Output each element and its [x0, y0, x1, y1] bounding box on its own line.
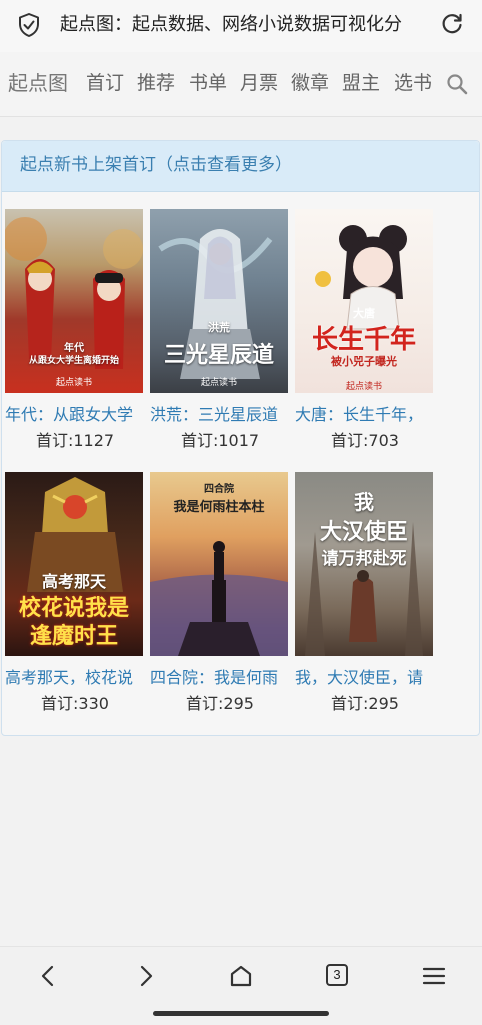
home-icon[interactable]	[228, 963, 254, 989]
first-subscription-count: 首订:703	[331, 431, 399, 450]
book-title[interactable]: 高考那天，校花说	[5, 668, 147, 688]
browser-address-bar[interactable]: 起点图：起点数据、网络小说数据可视化分	[0, 0, 482, 52]
book-cover[interactable]: 洪荒 三光星辰道 起点读书	[150, 209, 288, 393]
nav-home-logo[interactable]: 起点图	[8, 71, 68, 95]
first-subscription-count: 首订:295	[186, 694, 254, 713]
nav-item-mengzhu[interactable]: 盟主	[342, 71, 380, 95]
nav-item-xuanshu[interactable]: 选书	[394, 71, 432, 95]
book-title[interactable]: 四合院：我是何雨	[150, 668, 292, 688]
first-subscription-count: 首订:1127	[35, 431, 115, 450]
first-subscription-count: 首订:1017	[180, 431, 260, 450]
nav-item-shudan[interactable]: 书单	[189, 71, 227, 95]
new-books-panel: 起点新书上架首订（点击查看更多） 年代 从跟女大学生离婚开始 起点读书 年代：从…	[1, 140, 480, 736]
site-nav: 起点图 首订 推荐 书单 月票 徽章 盟主 选书	[0, 52, 482, 117]
book-cover[interactable]: 我 大汉使臣 请万邦赴死	[295, 472, 433, 656]
book-cover[interactable]: 大唐 长生千年 被小兕子曝光 起点读书	[295, 209, 433, 393]
book-title[interactable]: 我，大汉使臣，请	[295, 668, 437, 688]
menu-icon[interactable]	[421, 963, 447, 989]
browser-toolbar: 3	[0, 946, 482, 1025]
book-title[interactable]: 大唐：长生千年，	[295, 405, 437, 425]
page-title[interactable]: 起点图：起点数据、网络小说数据可视化分	[60, 14, 420, 36]
reload-icon[interactable]	[440, 12, 464, 36]
home-indicator	[153, 1011, 329, 1016]
back-icon[interactable]	[36, 963, 62, 989]
book-cover[interactable]: 年代 从跟女大学生离婚开始 起点读书	[5, 209, 143, 393]
nav-item-tuijian[interactable]: 推荐	[137, 71, 175, 95]
panel-header[interactable]: 起点新书上架首订（点击查看更多）	[2, 141, 479, 192]
first-subscription-count: 首订:330	[41, 694, 109, 713]
panel-title[interactable]: 起点新书上架首订（点击查看更多）	[20, 154, 292, 176]
book-title[interactable]: 年代：从跟女大学	[5, 405, 147, 425]
book-title[interactable]: 洪荒：三光星辰道	[150, 405, 292, 425]
shield-check-icon[interactable]	[18, 13, 40, 37]
first-subscription-count: 首订:295	[331, 694, 399, 713]
nav-item-huizhang[interactable]: 徽章	[291, 71, 329, 95]
book-cover[interactable]: 高考那天 校花说我是 逢魔时王	[5, 472, 143, 656]
forward-icon[interactable]	[132, 963, 158, 989]
book-cover[interactable]: 四合院 我是何雨柱本柱	[150, 472, 288, 656]
tabs-count-button[interactable]: 3	[326, 964, 348, 986]
search-icon[interactable]	[446, 73, 468, 95]
nav-item-yuepiao[interactable]: 月票	[240, 71, 278, 95]
nav-item-shouding[interactable]: 首订	[86, 71, 124, 95]
